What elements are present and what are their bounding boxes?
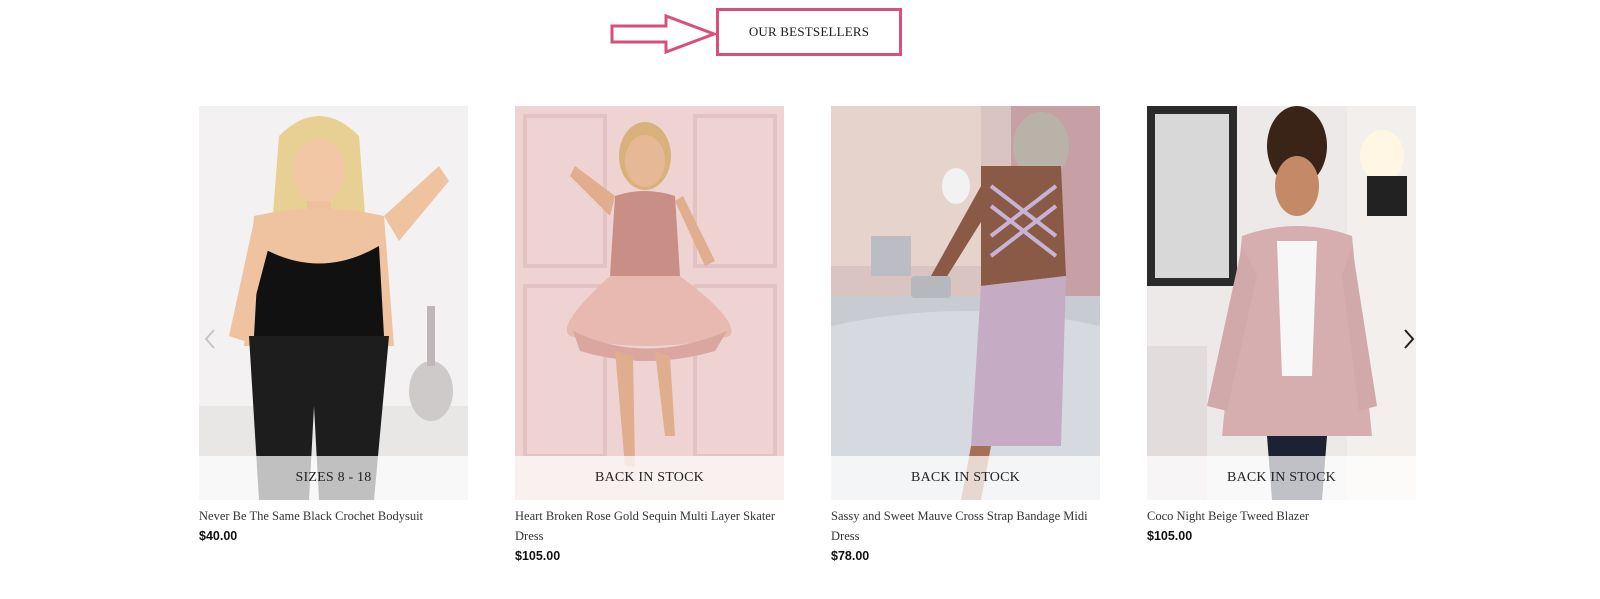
product-image[interactable]: SIZES 8 - 18 — [199, 106, 468, 500]
product-badge: SIZES 8 - 18 — [199, 456, 468, 500]
product-title[interactable]: Never Be The Same Black Crochet Bodysuit — [199, 506, 468, 526]
product-badge: BACK IN STOCK — [831, 456, 1100, 500]
product-price: $105.00 — [515, 549, 561, 563]
product-image[interactable]: BACK IN STOCK — [515, 106, 784, 500]
chevron-left-icon — [204, 329, 215, 349]
product-price: $78.00 — [831, 549, 870, 563]
product-price: $105.00 — [1147, 529, 1193, 543]
product-photo — [831, 106, 1100, 500]
product-title[interactable]: Coco Night Beige Tweed Blazer — [1147, 506, 1416, 526]
product-badge: BACK IN STOCK — [1147, 456, 1416, 500]
product-price: $40.00 — [199, 529, 238, 543]
product-title[interactable]: Heart Broken Rose Gold Sequin Multi Laye… — [515, 506, 784, 546]
product-photo — [515, 106, 784, 500]
product-image[interactable]: BACK IN STOCK — [831, 106, 1100, 500]
chevron-right-icon — [1404, 329, 1415, 349]
product-card[interactable]: BACK IN STOCK Sassy and Sweet Mauve Cros… — [831, 106, 1100, 563]
product-photo — [199, 106, 468, 500]
product-image[interactable]: BACK IN STOCK — [1147, 106, 1416, 500]
product-card[interactable]: SIZES 8 - 18 Never Be The Same Black Cro… — [199, 106, 468, 543]
product-card[interactable]: BACK IN STOCK Coco Night Beige Tweed Bla… — [1147, 106, 1416, 543]
carousel-next-button[interactable] — [1400, 324, 1418, 354]
bestsellers-page: OUR BESTSELLERS SIZES 8 - 18 Never Be Th… — [0, 0, 1600, 599]
product-card[interactable]: BACK IN STOCK Heart Broken Rose Gold Seq… — [515, 106, 784, 563]
product-carousel: SIZES 8 - 18 Never Be The Same Black Cro… — [199, 106, 1421, 576]
carousel-prev-button[interactable] — [201, 324, 219, 354]
product-title[interactable]: Sassy and Sweet Mauve Cross Strap Bandag… — [831, 506, 1100, 546]
product-photo — [1147, 106, 1416, 500]
section-heading: OUR BESTSELLERS — [748, 24, 870, 39]
section-heading-box: OUR BESTSELLERS — [716, 8, 902, 56]
annotation-arrow-icon — [610, 14, 719, 54]
product-badge: BACK IN STOCK — [515, 456, 784, 500]
